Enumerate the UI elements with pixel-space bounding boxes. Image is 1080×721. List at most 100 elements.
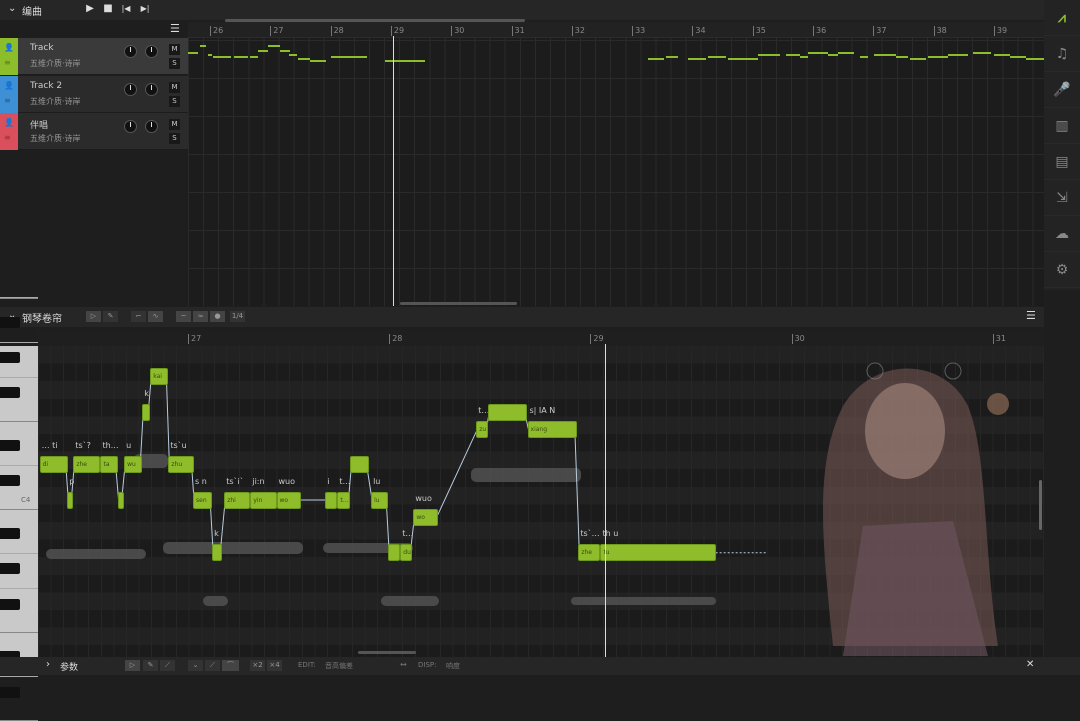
- disp-param-select[interactable]: 响度: [446, 661, 460, 671]
- note-phonemes[interactable]: wuo: [415, 494, 432, 503]
- book-icon[interactable]: ▤: [1044, 144, 1080, 180]
- black-key[interactable]: [0, 563, 20, 575]
- note[interactable]: wo: [413, 509, 439, 527]
- note-phonemes[interactable]: lu: [373, 477, 380, 486]
- collapse-chevron-icon[interactable]: ⌄: [8, 3, 16, 14]
- swap-icon[interactable]: ↔: [400, 660, 407, 669]
- play-button[interactable]: ▶: [83, 2, 97, 16]
- vibrato-tool-button[interactable]: ≈: [193, 311, 208, 322]
- track-singer[interactable]: 五维介质·诗岸: [30, 133, 81, 144]
- note[interactable]: ta: [100, 456, 118, 474]
- note[interactable]: wu: [124, 456, 143, 474]
- note[interactable]: [388, 544, 401, 562]
- music-note-icon[interactable]: ♫: [1044, 36, 1080, 72]
- note-phonemes[interactable]: s n: [195, 477, 207, 486]
- note-phonemes[interactable]: u: [126, 441, 131, 450]
- note[interactable]: du: [400, 544, 413, 562]
- drag-handle-icon[interactable]: ≡: [4, 133, 11, 142]
- drag-handle-icon[interactable]: ≡: [4, 58, 11, 67]
- pitch-mode-button[interactable]: ∿: [148, 311, 163, 322]
- note-phonemes[interactable]: k: [214, 529, 219, 538]
- drag-handle-icon[interactable]: ≡: [4, 96, 11, 105]
- note[interactable]: xiang: [527, 421, 577, 439]
- note[interactable]: [325, 491, 338, 509]
- track-header[interactable]: 👤 ≡ 伴唱 五维介质·诗岸 M S: [0, 113, 188, 150]
- black-key[interactable]: [0, 598, 20, 610]
- volume-knob[interactable]: [124, 82, 137, 96]
- pan-knob[interactable]: [145, 120, 158, 133]
- curve-tool-button[interactable]: ~: [176, 311, 191, 322]
- mute-button[interactable]: M: [169, 81, 180, 93]
- note-phonemes[interactable]: ts`u: [170, 441, 186, 450]
- note[interactable]: sen: [193, 491, 213, 509]
- library-icon[interactable]: ▥: [1044, 108, 1080, 144]
- mute-button[interactable]: M: [169, 119, 180, 130]
- note-phonemes[interactable]: p: [69, 477, 74, 486]
- track-singer[interactable]: 五维介质·诗岸: [30, 58, 81, 69]
- note-phonemes[interactable]: t…: [339, 477, 350, 486]
- arrangement-bottom-scrollbar[interactable]: [400, 302, 517, 305]
- expand-chevron-icon[interactable]: ›: [46, 659, 50, 670]
- multiply-4-button[interactable]: ×4: [267, 660, 282, 671]
- logo-icon[interactable]: ⩘: [1044, 0, 1080, 36]
- piano-roll-ruler[interactable]: 27 28 29 30 31: [38, 330, 1044, 346]
- param-select-tool[interactable]: ▷: [125, 660, 140, 671]
- note-phonemes[interactable]: t…: [402, 529, 413, 538]
- note[interactable]: zhe: [73, 456, 101, 474]
- note[interactable]: zu: [476, 421, 489, 439]
- solo-button[interactable]: S: [169, 95, 180, 107]
- black-key[interactable]: [0, 387, 20, 399]
- pan-knob[interactable]: [145, 82, 158, 96]
- note-phonemes[interactable]: th…: [102, 441, 118, 450]
- note[interactable]: [488, 403, 527, 421]
- smooth-tool-button[interactable]: ●: [210, 311, 225, 322]
- note[interactable]: zhi: [224, 491, 251, 509]
- note[interactable]: [142, 403, 151, 421]
- piano-roll-playhead[interactable]: [605, 344, 606, 657]
- export-icon[interactable]: ⇲: [1044, 180, 1080, 216]
- curve-down-button[interactable]: ⌄: [188, 660, 203, 671]
- note-phonemes[interactable]: s| IA N: [530, 406, 556, 415]
- black-key[interactable]: [0, 528, 20, 540]
- stop-button[interactable]: ■: [101, 2, 115, 16]
- param-pencil-tool[interactable]: ✎: [143, 660, 158, 671]
- black-key[interactable]: [0, 317, 20, 328]
- note-phonemes[interactable]: ts`i`: [226, 477, 244, 486]
- solo-button[interactable]: S: [169, 58, 180, 69]
- black-key[interactable]: [0, 686, 20, 698]
- note[interactable]: t…: [337, 491, 351, 509]
- mute-button[interactable]: M: [169, 44, 180, 55]
- arrangement-area[interactable]: [188, 38, 1044, 306]
- pencil-tool-button[interactable]: ✎: [103, 311, 118, 322]
- close-button[interactable]: ✕: [1026, 659, 1034, 670]
- note-phonemes[interactable]: k: [144, 389, 149, 398]
- note[interactable]: wo: [276, 491, 301, 509]
- track-color-stripe[interactable]: 👤 ≡: [0, 38, 18, 75]
- note[interactable]: zhu: [168, 456, 194, 474]
- note[interactable]: lu: [371, 491, 389, 509]
- black-key[interactable]: [0, 352, 20, 364]
- note[interactable]: kai: [150, 368, 169, 386]
- piano-roll-v-scrollbar[interactable]: [1039, 480, 1042, 530]
- track-header[interactable]: 👤 ≡ Track 五维介质·诗岸 M S: [0, 38, 188, 75]
- multiply-2-button[interactable]: ×2: [250, 660, 265, 671]
- cloud-icon[interactable]: ☁: [1044, 216, 1080, 252]
- volume-knob[interactable]: [124, 120, 137, 133]
- track-menu-button[interactable]: ☰: [170, 22, 180, 35]
- note[interactable]: yin: [250, 491, 277, 509]
- track-color-stripe[interactable]: 👤 ≡: [0, 113, 18, 150]
- quantize-button[interactable]: 1/4: [230, 311, 245, 322]
- track-name[interactable]: Track: [30, 43, 54, 53]
- curve-up-button[interactable]: ⟋: [205, 660, 220, 671]
- note[interactable]: zhe: [578, 544, 601, 562]
- skip-start-button[interactable]: |◀: [119, 2, 133, 16]
- black-key[interactable]: [0, 440, 20, 452]
- note[interactable]: [117, 491, 124, 509]
- piano-roll-h-scrollbar[interactable]: [358, 651, 416, 654]
- note[interactable]: [67, 491, 74, 509]
- solo-button[interactable]: S: [169, 133, 180, 144]
- arrangement-ruler[interactable]: 26 27 28 29 30 31 32 33 34 35 36 37 38 39: [188, 22, 1044, 38]
- track-singer[interactable]: 五维介质·诗岸: [30, 96, 81, 107]
- note[interactable]: di: [39, 456, 68, 474]
- note-phonemes[interactable]: ts`?: [75, 441, 91, 450]
